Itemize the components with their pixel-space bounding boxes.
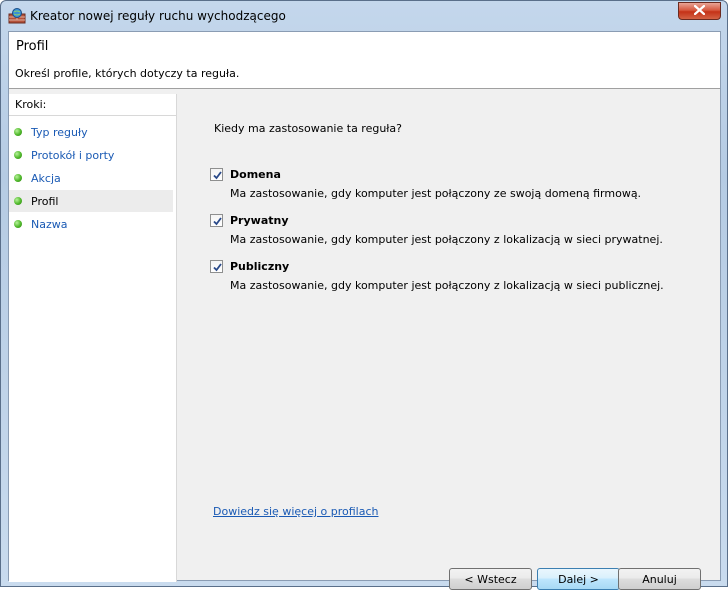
- step-item-typ-reguly[interactable]: Typ reguły: [9, 121, 173, 143]
- domain-description: Ma zastosowanie, gdy komputer jest połąc…: [230, 187, 642, 200]
- page-subtitle: Określ profile, których dotyczy ta reguł…: [15, 67, 240, 80]
- step-label: Protokół i porty: [31, 148, 115, 162]
- page-header: Profil Określ profile, których dotyczy t…: [9, 32, 720, 89]
- checkmark-icon: [213, 171, 222, 180]
- client-area: Profil Określ profile, których dotyczy t…: [8, 31, 721, 590]
- close-icon: [693, 4, 706, 18]
- window-title: Kreator nowej reguły ruchu wychodzącego: [30, 9, 286, 23]
- step-label: Typ reguły: [31, 125, 88, 139]
- public-checkbox[interactable]: [210, 260, 223, 273]
- checkmark-icon: [213, 217, 222, 226]
- step-item-nazwa[interactable]: Nazwa: [9, 213, 173, 235]
- step-item-protokol-i-porty[interactable]: Protokół i porty: [9, 144, 173, 166]
- step-label: Nazwa: [31, 217, 68, 231]
- page-title: Profil: [16, 39, 49, 54]
- public-label[interactable]: Publiczny: [230, 260, 289, 273]
- question-label: Kiedy ma zastosowanie ta reguła?: [214, 122, 403, 135]
- step-status-icon: [14, 151, 22, 159]
- learn-more-link[interactable]: Dowiedz się więcej o profilach: [213, 505, 378, 518]
- step-status-icon: [14, 128, 22, 136]
- step-item-profil: Profil: [9, 190, 173, 212]
- title-bar[interactable]: Kreator nowej reguły ruchu wychodzącego: [1, 1, 727, 31]
- private-label[interactable]: Prywatny: [230, 214, 289, 227]
- domain-label[interactable]: Domena: [230, 168, 281, 181]
- step-status-icon: [14, 197, 22, 205]
- step-status-icon: [14, 174, 22, 182]
- steps-panel: Kroki: Typ reguły Protokół i porty Akcja…: [9, 94, 177, 582]
- step-item-akcja[interactable]: Akcja: [9, 167, 173, 189]
- step-label: Akcja: [31, 171, 61, 185]
- steps-header: Kroki:: [9, 94, 177, 116]
- private-description: Ma zastosowanie, gdy komputer jest połąc…: [230, 233, 663, 246]
- wizard-window: Kreator nowej reguły ruchu wychodzącego …: [0, 0, 728, 590]
- public-description: Ma zastosowanie, gdy komputer jest połąc…: [230, 279, 664, 292]
- step-status-icon: [14, 220, 22, 228]
- domain-checkbox[interactable]: [210, 168, 223, 181]
- main-panel: Kiedy ma zastosowanie ta reguła? Domena …: [178, 94, 720, 590]
- close-button[interactable]: [678, 2, 721, 20]
- private-checkbox[interactable]: [210, 214, 223, 227]
- step-label: Profil: [31, 194, 59, 208]
- checkmark-icon: [213, 263, 222, 272]
- firewall-icon: [8, 8, 26, 24]
